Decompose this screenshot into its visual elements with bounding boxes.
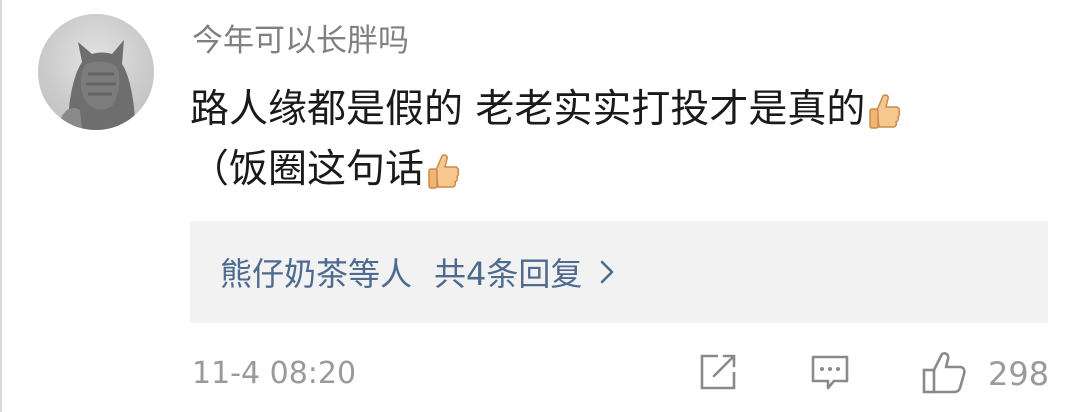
chevron-right-icon xyxy=(601,260,614,284)
thumbs-up-icon xyxy=(426,150,460,190)
reply-user-names[interactable]: 熊仔奶茶 xyxy=(220,249,348,295)
comment-line-1: 路人缘都是假的 老老实实打投才是真的 xyxy=(190,80,1050,140)
username[interactable]: 今年可以长胖吗 xyxy=(192,20,409,62)
reply-names-suffix: 等人 xyxy=(348,255,413,293)
comment-content: 路人缘都是假的 老老实实打投才是真的 （饭圈这句话 xyxy=(190,80,1050,200)
comment-text-2: （饭圈这句话 xyxy=(190,147,425,192)
like-icon[interactable] xyxy=(920,350,968,396)
thumbs-up-icon xyxy=(867,90,901,130)
share-icon[interactable] xyxy=(696,350,740,394)
comment-line-2: （饭圈这句话 xyxy=(190,140,1050,200)
replies-preview[interactable]: 熊仔奶茶 等人 共4条回复 xyxy=(190,221,1048,323)
reply-count-link[interactable]: 共4条回复 xyxy=(434,249,582,295)
comment-timestamp: 11-4 08:20 xyxy=(192,356,357,391)
avatar[interactable] xyxy=(38,14,154,130)
avatar-cat-image xyxy=(38,14,154,130)
comment-card: 今年可以长胖吗 路人缘都是假的 老老实实打投才是真的 （饭圈这句话 熊仔奶茶 等… xyxy=(0,0,1080,412)
comment-icon[interactable] xyxy=(808,350,852,394)
comment-text-1: 路人缘都是假的 老老实实打投才是真的 xyxy=(190,87,866,132)
like-count: 298 xyxy=(988,355,1050,393)
